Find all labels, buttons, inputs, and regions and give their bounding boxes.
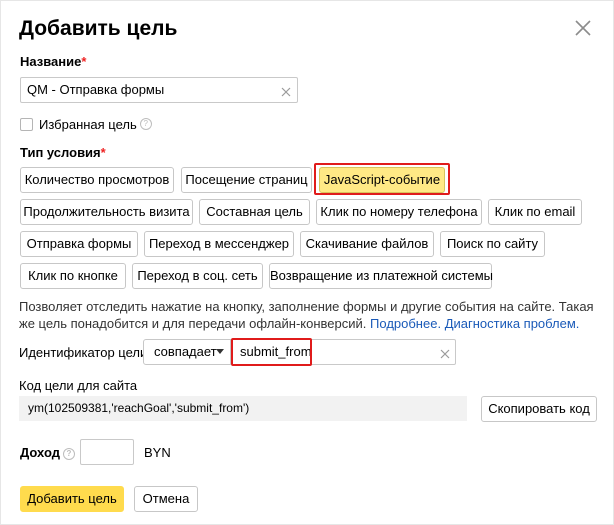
add-goal-button[interactable]: Добавить цель bbox=[20, 486, 124, 512]
help-icon[interactable]: ? bbox=[139, 118, 152, 130]
condition-form-submit-button[interactable]: Отправка формы bbox=[20, 231, 138, 257]
goal-name-input[interactable]: QM - Отправка формы bbox=[20, 77, 298, 103]
condition-messenger-button[interactable]: Переход в мессенджер bbox=[144, 231, 294, 257]
match-type-select[interactable]: совпадает bbox=[143, 339, 231, 365]
goal-id-value: submit_from bbox=[240, 344, 312, 359]
goal-code-label: Код цели для сайта bbox=[19, 378, 138, 393]
condition-social-button[interactable]: Переход в соц. сеть bbox=[132, 263, 263, 289]
condition-pages-button[interactable]: Посещение страниц bbox=[181, 167, 312, 193]
income-label: Доход? bbox=[20, 445, 75, 460]
match-type-value: совпадает bbox=[154, 344, 217, 359]
income-input[interactable] bbox=[80, 439, 134, 465]
copy-code-button[interactable]: Скопировать код bbox=[481, 396, 597, 422]
condition-duration-button[interactable]: Продолжительность визита bbox=[20, 199, 193, 225]
clear-icon[interactable] bbox=[438, 345, 452, 359]
goal-code-box[interactable]: ym(102509381,'reachGoal','submit_from') bbox=[19, 396, 467, 421]
favorite-row: Избранная цель ? bbox=[20, 116, 152, 132]
dialog-title: Добавить цель bbox=[19, 17, 178, 40]
condition-composite-button[interactable]: Составная цель bbox=[199, 199, 310, 225]
condition-email-click-button[interactable]: Клик по email bbox=[488, 199, 582, 225]
goal-id-label: Идентификатор цели: bbox=[19, 345, 151, 360]
favorite-checkbox[interactable] bbox=[20, 117, 33, 131]
more-link[interactable]: Подробнее. bbox=[370, 316, 441, 331]
close-icon[interactable] bbox=[572, 17, 594, 39]
chevron-down-icon bbox=[216, 349, 224, 354]
add-goal-dialog: Добавить цель Название* QM - Отправка фо… bbox=[0, 0, 614, 525]
help-icon[interactable]: ? bbox=[62, 447, 75, 460]
goal-name-value: QM - Отправка формы bbox=[27, 82, 165, 97]
cancel-button[interactable]: Отмена bbox=[134, 486, 198, 512]
favorite-label: Избранная цель bbox=[39, 116, 137, 132]
name-label: Название* bbox=[20, 54, 87, 69]
condition-description: Позволяет отследить нажатие на кнопку, з… bbox=[19, 298, 599, 332]
condition-button-click-button[interactable]: Клик по кнопке bbox=[20, 263, 126, 289]
diagnostics-link[interactable]: Диагностика проблем. bbox=[445, 316, 580, 331]
condition-phone-click-button[interactable]: Клик по номеру телефона bbox=[316, 199, 482, 225]
clear-icon[interactable] bbox=[279, 83, 293, 97]
condition-js-event-button[interactable]: JavaScript-событие bbox=[319, 167, 445, 193]
currency-label: BYN bbox=[144, 445, 171, 460]
condition-views-button[interactable]: Количество просмотров bbox=[20, 167, 174, 193]
condition-site-search-button[interactable]: Поиск по сайту bbox=[440, 231, 545, 257]
goal-id-input[interactable]: submit_from bbox=[231, 339, 456, 365]
condition-type-label: Тип условия* bbox=[20, 145, 106, 160]
condition-downloads-button[interactable]: Скачивание файлов bbox=[300, 231, 434, 257]
condition-payment-return-button[interactable]: Возвращение из платежной системы bbox=[269, 263, 493, 289]
